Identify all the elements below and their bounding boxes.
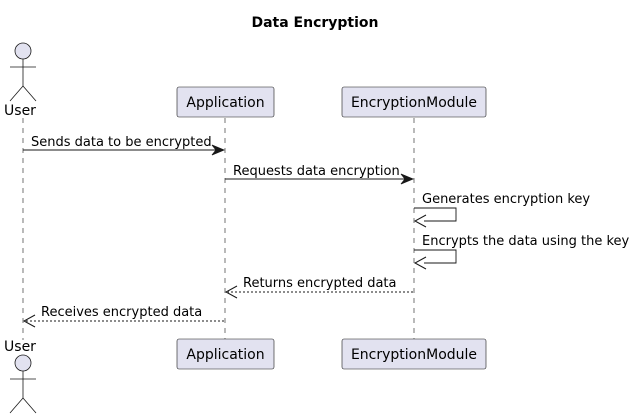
participant-label-application-top: Application (186, 95, 264, 111)
participant-application-top: Application (176, 86, 275, 118)
participant-label-encryption-module-bottom: EncryptionModule (351, 347, 477, 363)
message-3-self: Generates encryption key (413, 192, 590, 228)
message-1: Sends data to be encrypted (23, 135, 226, 156)
message-label: Receives encrypted data (41, 305, 202, 320)
arrowhead-icon (22, 314, 36, 328)
sequence-diagram: Data Encryption User Application Encrypt… (4, 15, 630, 414)
message-label: Returns encrypted data (243, 276, 396, 291)
participant-encryption-module-bottom: EncryptionModule (341, 338, 487, 370)
actor-head-icon (14, 354, 32, 372)
actor-user-bottom: User (4, 339, 37, 414)
message-label: Generates encryption key (422, 192, 590, 207)
message-2: Requests data encryption (225, 164, 415, 185)
actor-head-icon (14, 42, 32, 60)
participant-encryption-module-top: EncryptionModule (341, 86, 487, 118)
participant-application-bottom: Application (176, 338, 275, 370)
message-5: Returns encrypted data (224, 276, 413, 299)
message-label: Encrypts the data using the key (422, 234, 630, 249)
message-label: Requests data encryption (233, 164, 400, 179)
message-6: Receives encrypted data (22, 305, 224, 328)
actor-label-user-top: User (4, 103, 36, 119)
participant-label-application-bottom: Application (186, 347, 264, 363)
actor-user-top: User (4, 42, 37, 119)
message-label: Sends data to be encrypted (31, 135, 212, 150)
actor-label-user-bottom: User (4, 339, 36, 355)
message-4-self: Encrypts the data using the key (413, 234, 630, 270)
participant-label-encryption-module-top: EncryptionModule (351, 95, 477, 111)
diagram-title: Data Encryption (251, 15, 378, 31)
